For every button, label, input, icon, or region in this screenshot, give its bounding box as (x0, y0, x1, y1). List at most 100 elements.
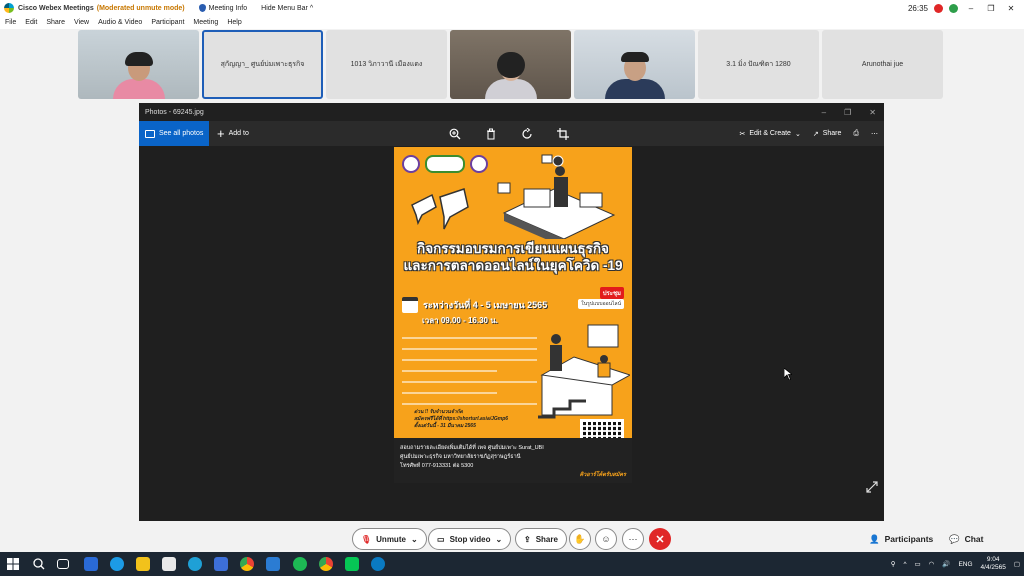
poster-bullet-line (402, 395, 537, 405)
participant-tile[interactable]: 3.1 มิ่ง ปัณฑิตา 1280 (698, 30, 819, 99)
photos-maximize-button[interactable]: ❐ (844, 108, 851, 117)
register-line-2: สมัครฟรีได้ที่ https://shorturl.asia/JGm… (414, 416, 509, 422)
menu-edit[interactable]: Edit (25, 19, 37, 26)
participant-video-person (604, 52, 665, 99)
system-tray: ⚲ ^ ▭ ◠ 🔊 ENG 9:04 4/4/2565 ▢ (891, 552, 1020, 576)
participants-panel-button[interactable]: 👤 Participants (869, 528, 933, 550)
edit-create-button[interactable]: ✂ Edit & Create ⌄ (739, 130, 800, 138)
unmute-button[interactable]: 🎙 Unmute ⌄ (352, 528, 427, 550)
mail-icon[interactable] (84, 557, 98, 571)
chevron-down-icon: ⌄ (495, 534, 503, 544)
rotate-icon[interactable] (521, 127, 533, 140)
menu-participant[interactable]: Participant (151, 19, 184, 26)
participant-tile-video[interactable] (574, 30, 695, 99)
team-illustration (538, 324, 630, 419)
taskbar-clock[interactable]: 9:04 4/4/2565 (981, 556, 1006, 572)
input-language[interactable]: ENG (958, 561, 972, 568)
leave-meeting-button[interactable]: ✕ (649, 528, 671, 550)
chrome-icon[interactable] (240, 557, 254, 571)
battery-icon[interactable]: ▭ (915, 560, 921, 568)
participant-name: 1013 วิภาวานี เมืองแดง (350, 61, 423, 68)
line-app-icon[interactable] (345, 557, 359, 571)
share-photo-button[interactable]: ↗ Share (813, 130, 842, 138)
wifi-icon[interactable]: ◠ (929, 560, 935, 568)
chevron-up-icon[interactable]: ^ (903, 561, 906, 568)
add-to-label: Add to (228, 130, 249, 137)
close-button[interactable]: ✕ (1004, 4, 1018, 13)
participant-tile[interactable]: Arunothai jue (822, 30, 943, 99)
poster-bullet-line (402, 351, 537, 361)
poster-headline-line1: กิจกรรมอบรมการเขียนแผนธุรกิจ (417, 241, 609, 256)
add-to-button[interactable]: + Add to (217, 127, 249, 140)
crop-icon[interactable] (557, 127, 569, 140)
maximize-button[interactable]: ❐ (984, 4, 998, 13)
share-screen-icon: ⇪ (524, 534, 531, 544)
edit-create-icon: ✂ (739, 130, 746, 138)
menu-file[interactable]: File (5, 19, 16, 26)
poster-bullet-line (402, 340, 537, 350)
edge-icon[interactable] (188, 557, 202, 571)
poster-date: ระหว่างวันที่ 4 - 5 เมษายน 2565 (423, 300, 548, 310)
poster-time: เวลา 09.00 - 16.30 น. (422, 316, 498, 325)
menu-share[interactable]: Share (46, 19, 65, 26)
zoom-in-icon[interactable] (449, 128, 461, 140)
participant-tile[interactable]: 1013 วิภาวานี เมืองแดง (326, 30, 447, 99)
volume-icon[interactable]: 🔊 (942, 560, 950, 568)
delete-icon[interactable] (485, 128, 497, 140)
photos-app-icon[interactable] (214, 557, 228, 571)
print-icon[interactable]: ⎙ (853, 130, 859, 138)
poster-bullet-line (402, 362, 497, 372)
photo-gallery-icon (145, 129, 155, 138)
poster-bullet-line (402, 329, 537, 339)
people-icon[interactable]: ⚲ (891, 560, 896, 568)
menu-meeting[interactable]: Meeting (193, 19, 218, 26)
expand-icon[interactable] (866, 481, 878, 493)
menu-view[interactable]: View (74, 19, 89, 26)
poster-image: กิจกรรมอบรมการเขียนแผนธุรกิจ และการตลาดอ… (394, 147, 632, 483)
more-options-icon[interactable]: ⋯ (622, 528, 644, 550)
participant-tile-video[interactable] (450, 30, 571, 99)
shared-photos-window: Photos - 69245.jpg – ❐ ✕ See all photos … (139, 103, 884, 521)
file-explorer-icon[interactable] (136, 557, 150, 571)
hide-menu-bar-button[interactable]: Hide Menu Bar ^ (261, 5, 313, 12)
menu-audio-video[interactable]: Audio & Video (98, 19, 142, 26)
photos-center-tools (449, 121, 569, 146)
poster-logos (402, 155, 488, 173)
photos-toolbar: See all photos + Add to ✂ Edit & Create … (139, 121, 884, 146)
speech-bubble-icon (411, 188, 469, 230)
chevron-down-icon: ⌄ (794, 130, 801, 138)
stop-video-button[interactable]: ▭ Stop video ⌄ (428, 528, 512, 550)
search-icon[interactable] (32, 557, 46, 571)
photos-close-button[interactable]: ✕ (869, 108, 876, 117)
recording-icon[interactable] (934, 3, 943, 13)
photos-minimize-button[interactable]: – (822, 108, 826, 117)
chat-panel-button[interactable]: 💬 Chat (949, 528, 983, 550)
participant-tile-video[interactable] (78, 30, 199, 99)
online-badge: ประชุม (599, 287, 624, 299)
minimize-button[interactable]: – (964, 4, 978, 13)
windows-start-icon[interactable] (6, 557, 20, 571)
spotify-icon[interactable] (293, 557, 307, 571)
edge-browser-icon[interactable] (110, 557, 124, 571)
share-button[interactable]: ⇪ Share (515, 528, 567, 550)
reactions-icon[interactable]: ☺ (595, 528, 617, 550)
webex-taskbar-icon[interactable] (371, 557, 385, 571)
task-view-icon[interactable] (57, 559, 69, 569)
chevron-down-icon: ⌄ (410, 534, 418, 544)
raise-hand-icon[interactable]: ✋ (569, 528, 591, 550)
chrome-profile-icon[interactable] (319, 557, 333, 571)
meeting-info-button[interactable]: Meeting Info (198, 4, 247, 12)
title-bar: Cisco Webex Meetings (Moderated unmute m… (0, 0, 1024, 16)
word-icon[interactable] (266, 557, 280, 571)
register-line-3: ตั้งแต่วันนี้ - 31 มีนาคม 2565 (414, 423, 476, 429)
see-all-photos-button[interactable]: See all photos (139, 121, 209, 146)
menu-help[interactable]: Help (227, 19, 241, 26)
connection-icon[interactable] (949, 3, 958, 13)
notification-icon[interactable]: ▢ (1014, 560, 1020, 568)
store-icon[interactable] (162, 557, 176, 571)
participant-tile-active[interactable]: สุกัญญา_ ศูนย์บ่มเพาะธุรกิจ (202, 30, 323, 99)
windows-taskbar: ⚲ ^ ▭ ◠ 🔊 ENG 9:04 4/4/2565 ▢ (0, 552, 1024, 576)
contact-line-3: โทรศัพท์ 077-913331 ต่อ 5300 (400, 463, 474, 469)
moderated-mode-label: (Moderated unmute mode) (96, 4, 185, 12)
more-options-icon[interactable]: ⋯ (871, 130, 878, 138)
